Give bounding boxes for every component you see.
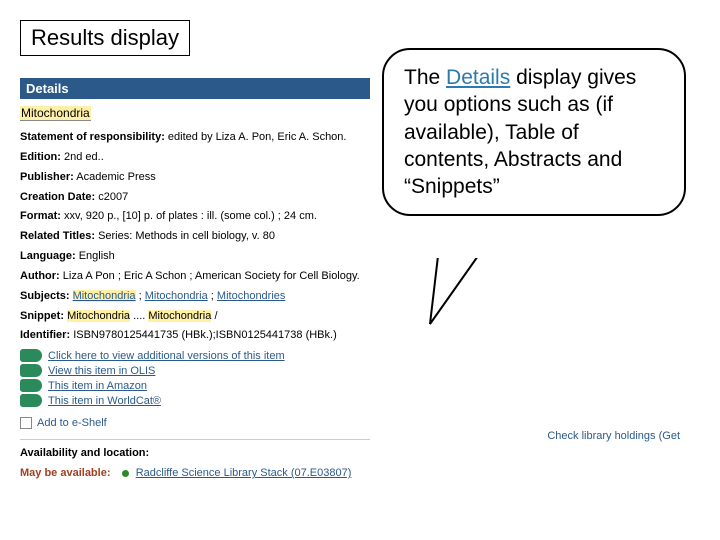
snippet-text: ....: [133, 310, 148, 322]
link-view-olis[interactable]: View this item in OLIS: [48, 365, 155, 377]
availability-heading: Availability and location:: [20, 447, 149, 459]
link-row: View this item in OLIS: [20, 364, 370, 377]
field-label: Author:: [20, 270, 60, 282]
field-value: xxv, 920 p., [10] p. of plates : ill. (s…: [64, 210, 317, 222]
slide-title: Results display: [20, 20, 190, 56]
field-value: Liza A Pon ; Eric A Schon ; American Soc…: [63, 270, 360, 282]
link-row: This item in WorldCat®: [20, 394, 370, 407]
field-identifier: Identifier: ISBN9780125441735 (HBk.);ISB…: [20, 328, 370, 343]
field-language: Language: English: [20, 249, 370, 264]
field-value: Academic Press: [76, 171, 155, 183]
subject-link[interactable]: Mitochondria: [145, 290, 208, 302]
field-label: Identifier:: [20, 329, 70, 341]
field-value: 2nd ed..: [64, 151, 104, 163]
field-snippet: Snippet: Mitochondria .... Mitochondria …: [20, 309, 370, 324]
may-be-available-label: May be available:: [20, 467, 111, 479]
location-link[interactable]: Radcliffe Science Library Stack (07.E038…: [136, 467, 352, 479]
link-arrow-icon: [20, 349, 42, 362]
availability-section: Availability and location: May be availa…: [20, 439, 370, 481]
link-row: Click here to view additional versions o…: [20, 349, 370, 362]
field-label: Subjects:: [20, 290, 70, 302]
add-to-eshelf[interactable]: Add to e-Shelf: [20, 417, 370, 429]
link-arrow-icon: [20, 364, 42, 377]
record-title: Mitochondria: [20, 106, 91, 121]
eshelf-label: Add to e-Shelf: [37, 417, 107, 429]
field-format: Format: xxv, 920 p., [10] p. of plates :…: [20, 209, 370, 224]
details-panel: Details Mitochondria Statement of respon…: [20, 78, 370, 486]
field-label: Snippet:: [20, 310, 64, 322]
speech-bubble-tail-icon: [430, 254, 490, 324]
details-heading-bar: Details: [20, 78, 370, 99]
field-edition: Edition: 2nd ed..: [20, 150, 370, 165]
field-label: Creation Date:: [20, 191, 95, 203]
field-label: Format:: [20, 210, 61, 222]
field-label: Edition:: [20, 151, 61, 163]
field-subjects: Subjects: Mitochondria ; Mitochondria ; …: [20, 289, 370, 304]
link-row: This item in Amazon: [20, 379, 370, 392]
link-worldcat[interactable]: This item in WorldCat®: [48, 395, 161, 407]
subject-link[interactable]: Mitochondries: [217, 290, 285, 302]
field-label: Publisher:: [20, 171, 74, 183]
bubble-emphasis: Details: [446, 66, 510, 89]
snippet-highlight: Mitochondria: [67, 310, 130, 322]
check-holdings-text: Check library holdings (Get: [547, 430, 680, 442]
link-arrow-icon: [20, 379, 42, 392]
field-value: c2007: [98, 191, 128, 203]
checkbox-icon[interactable]: [20, 417, 32, 429]
link-additional-versions[interactable]: Click here to view additional versions o…: [48, 350, 285, 362]
field-value: Series: Methods in cell biology, v. 80: [98, 230, 275, 242]
field-creation-date: Creation Date: c2007: [20, 190, 370, 205]
link-arrow-icon: [20, 394, 42, 407]
field-value: English: [79, 250, 115, 262]
link-amazon[interactable]: This item in Amazon: [48, 380, 147, 392]
field-value: edited by Liza A. Pon, Eric A. Schon.: [168, 131, 347, 143]
field-publisher: Publisher: Academic Press: [20, 170, 370, 185]
field-label: Related Titles:: [20, 230, 95, 242]
status-dot-icon: [122, 470, 129, 477]
related-links: Click here to view additional versions o…: [20, 349, 370, 407]
bubble-text: The: [404, 66, 446, 89]
field-statement: Statement of responsibility: edited by L…: [20, 130, 370, 145]
snippet-text: /: [214, 310, 217, 322]
callout: The Details display gives you options su…: [382, 48, 682, 308]
speech-bubble: The Details display gives you options su…: [382, 48, 686, 216]
field-value: ISBN9780125441735 (HBk.);ISBN0125441738 …: [73, 329, 337, 341]
field-label: Language:: [20, 250, 76, 262]
field-author: Author: Liza A Pon ; Eric A Schon ; Amer…: [20, 269, 370, 284]
field-label: Statement of responsibility:: [20, 131, 165, 143]
subject-link[interactable]: Mitochondria: [73, 290, 136, 302]
snippet-highlight: Mitochondria: [148, 310, 211, 322]
field-related-titles: Related Titles: Series: Methods in cell …: [20, 229, 370, 244]
